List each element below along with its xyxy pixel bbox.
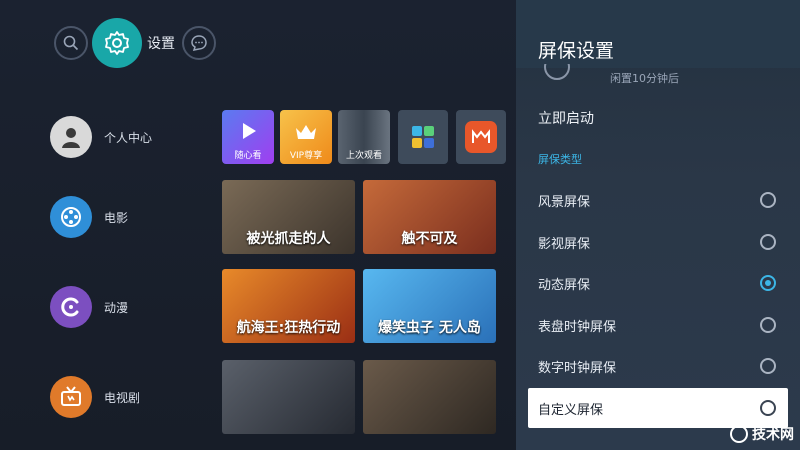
radio-button-checked bbox=[760, 275, 776, 291]
app-tile-vip[interactable]: VIP尊享 bbox=[280, 110, 332, 164]
poster-title: 爆笑虫子 无人岛 bbox=[378, 320, 481, 336]
panel-header: 屏保设置 bbox=[516, 0, 800, 68]
nav-label: 动漫 bbox=[104, 300, 129, 315]
option-custom-screensaver[interactable]: 自定义屏保 bbox=[528, 388, 788, 428]
side-nav: 个人中心 电影 动漫 电视剧 bbox=[0, 95, 210, 450]
poster-item[interactable]: 触不可及 bbox=[363, 180, 496, 254]
gear-icon bbox=[105, 31, 129, 55]
avatar-icon bbox=[62, 128, 80, 148]
nav-label: 个人中心 bbox=[104, 130, 153, 145]
avatar bbox=[50, 116, 92, 158]
option-label: 表盘时钟屏保 bbox=[538, 319, 617, 335]
mango-tv-icon bbox=[465, 121, 497, 153]
app-tile-mango[interactable] bbox=[456, 110, 506, 164]
nav-item-movie[interactable]: 电影 bbox=[50, 195, 210, 239]
settings-label: 设置 bbox=[147, 36, 175, 52]
apps-grid-icon bbox=[412, 126, 434, 148]
play-icon bbox=[243, 123, 256, 139]
option-label: 动态屏保 bbox=[538, 277, 591, 293]
anime-glyph bbox=[61, 297, 79, 317]
poster-item[interactable] bbox=[222, 360, 355, 434]
watermark-logo-icon bbox=[730, 425, 748, 443]
option-digital-clock-screensaver[interactable]: 数字时钟屏保 bbox=[528, 346, 788, 386]
option-label: 风景屏保 bbox=[538, 194, 591, 210]
app-row: 随心看 VIP尊享 上次观看 bbox=[222, 110, 522, 164]
poster-title: 被光抓走的人 bbox=[246, 231, 331, 247]
app-caption: 随心看 bbox=[234, 151, 262, 161]
idle-time-text: 闲置10分钟后 bbox=[610, 72, 679, 84]
content-area: 随心看 VIP尊享 上次观看 被光抓走的人 触不可及 航海王:狂热行动 爆笑虫子… bbox=[222, 110, 522, 450]
nav-item-anime[interactable]: 动漫 bbox=[50, 285, 210, 329]
app-tile-recently-watched[interactable]: 上次观看 bbox=[338, 110, 390, 164]
screensaver-type-label: 屏保类型 bbox=[538, 153, 582, 166]
radio-button bbox=[760, 317, 776, 333]
option-label: 自定义屏保 bbox=[538, 402, 604, 418]
film-reel-glyph bbox=[61, 207, 81, 227]
radio-button bbox=[760, 400, 776, 416]
app-tile-random-watch[interactable]: 随心看 bbox=[222, 110, 274, 164]
message-icon bbox=[191, 35, 207, 51]
start-now-button[interactable]: 立即启动 bbox=[538, 108, 594, 128]
app-tile-all-apps[interactable] bbox=[398, 110, 448, 164]
crown-icon bbox=[296, 125, 316, 139]
message-button[interactable] bbox=[182, 26, 216, 60]
nav-item-tv-series[interactable]: 电视剧 bbox=[50, 375, 210, 419]
option-video-screensaver[interactable]: 影视屏保 bbox=[528, 222, 788, 262]
nav-item-personal-center[interactable]: 个人中心 bbox=[50, 115, 210, 159]
poster-title: 航海王:狂热行动 bbox=[236, 320, 341, 336]
film-reel-icon bbox=[50, 196, 92, 238]
nav-label: 电影 bbox=[104, 210, 129, 225]
option-label: 数字时钟屏保 bbox=[538, 360, 617, 376]
option-analog-clock-screensaver[interactable]: 表盘时钟屏保 bbox=[528, 305, 788, 345]
panel-title: 屏保设置 bbox=[538, 40, 615, 62]
app-caption: VIP尊享 bbox=[289, 151, 323, 161]
watermark-text: 技术网 bbox=[752, 427, 794, 443]
nav-label: 电视剧 bbox=[104, 390, 141, 405]
mango-glyph bbox=[472, 129, 490, 143]
poster-title: 触不可及 bbox=[401, 231, 458, 247]
screensaver-settings-panel: 屏保设置 闲置10分钟后 立即启动 屏保类型 风景屏保 影视屏保 动态屏保 表盘… bbox=[516, 0, 800, 450]
poster-item[interactable]: 航海王:狂热行动 bbox=[222, 269, 355, 343]
poster-item[interactable] bbox=[363, 360, 496, 434]
idle-time-radio bbox=[544, 64, 570, 80]
settings-button[interactable] bbox=[92, 18, 142, 68]
search-icon bbox=[63, 35, 79, 51]
option-dynamic-screensaver[interactable]: 动态屏保 bbox=[528, 263, 788, 303]
radio-button bbox=[760, 358, 776, 374]
tv-glyph bbox=[61, 386, 81, 406]
radio-button bbox=[760, 192, 776, 208]
idle-time-option[interactable]: 闲置10分钟后 bbox=[538, 64, 778, 84]
radio-button bbox=[760, 234, 776, 250]
search-button[interactable] bbox=[54, 26, 88, 60]
option-landscape-screensaver[interactable]: 风景屏保 bbox=[528, 180, 788, 220]
anime-icon bbox=[50, 286, 92, 328]
poster-item[interactable]: 爆笑虫子 无人岛 bbox=[363, 269, 496, 343]
top-bar: 设置 bbox=[0, 0, 520, 80]
poster-item[interactable]: 被光抓走的人 bbox=[222, 180, 355, 254]
tv-icon bbox=[50, 376, 92, 418]
watermark: 技术网 bbox=[730, 424, 794, 444]
app-caption: 上次观看 bbox=[345, 151, 382, 161]
option-label: 影视屏保 bbox=[538, 236, 591, 252]
